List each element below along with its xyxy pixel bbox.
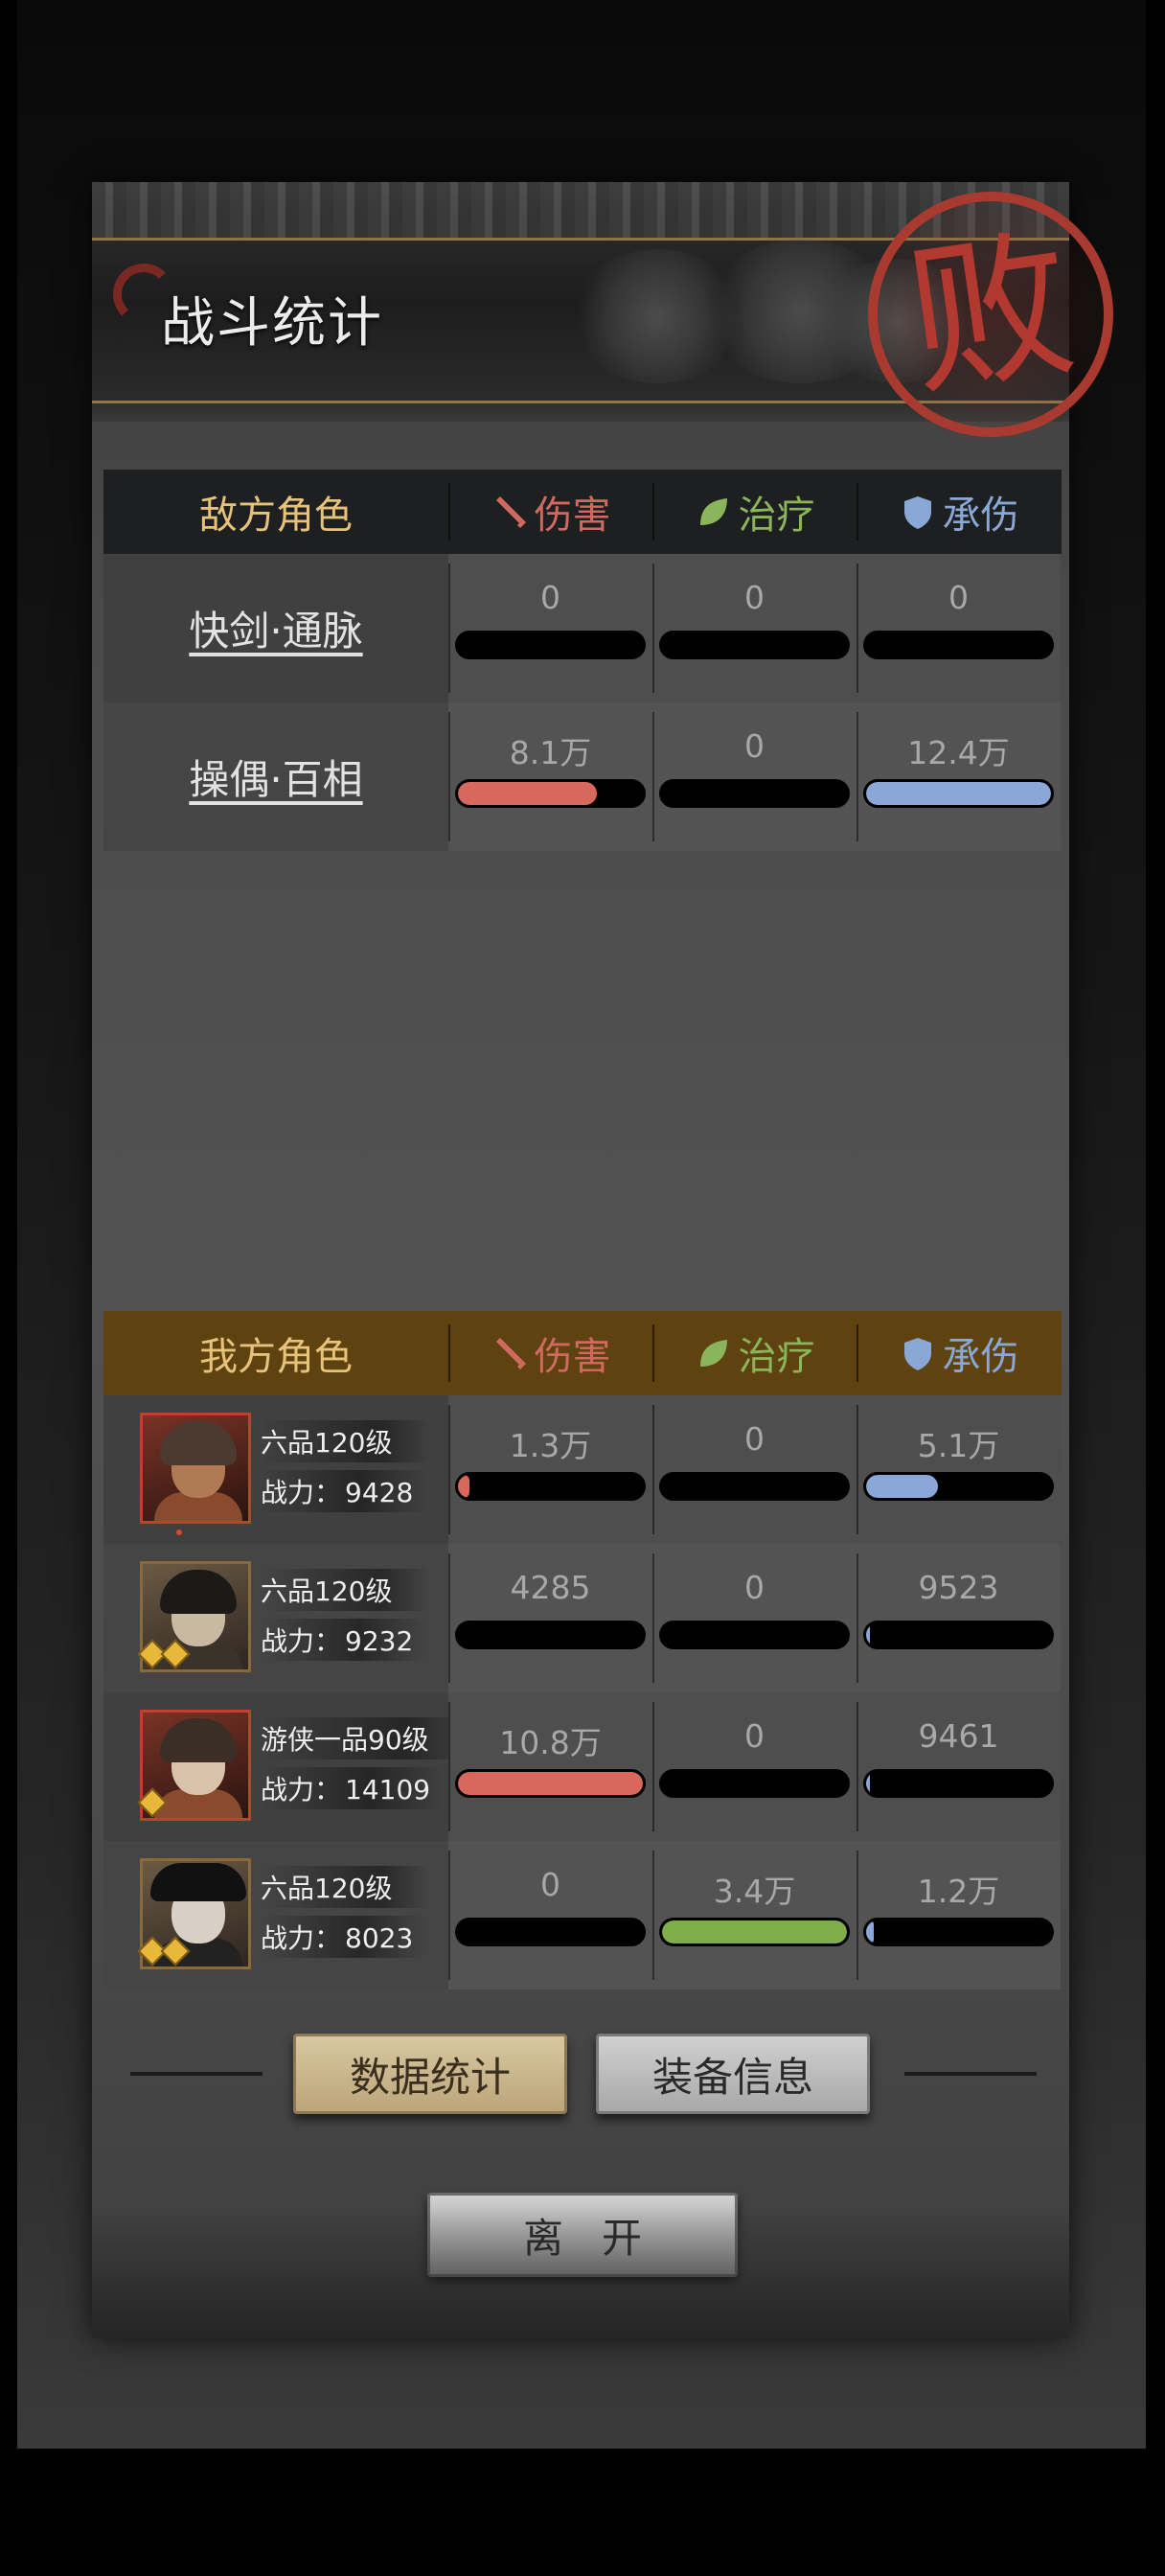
- shield-icon: [903, 1338, 931, 1370]
- tank-bar: [866, 1475, 939, 1498]
- enemy-name-link[interactable]: 快剑·通脉: [189, 599, 362, 657]
- heal-column-header: 治疗: [652, 1311, 857, 1395]
- leaf-icon: [699, 1340, 727, 1367]
- stats-tab-button[interactable]: 数据统计: [293, 2034, 567, 2114]
- enemy-name-link[interactable]: 操偶·百相: [189, 748, 362, 806]
- star-pips: [137, 1936, 191, 1966]
- panel-bottom-fade: [92, 2204, 1069, 2338]
- shield-icon: [903, 496, 931, 529]
- damage-column-header: 伤害: [448, 470, 652, 554]
- damage-cell: 0: [448, 1841, 652, 1990]
- sword-icon: [495, 496, 526, 528]
- character-power: 战力： 9428: [261, 1470, 427, 1512]
- notification-dot: [176, 1530, 182, 1535]
- damage-bar: [458, 1475, 469, 1498]
- tank-cell: 5.1万: [857, 1395, 1061, 1544]
- divider: [130, 2072, 263, 2076]
- damage-cell: 1.3万: [448, 1395, 652, 1544]
- table-row: 六品120级 战力： 9232 4285 0 9523: [103, 1544, 1062, 1692]
- star-pips: [137, 1787, 168, 1818]
- enemy-heading: 敌方角色: [199, 494, 353, 538]
- tank-bar: [866, 1920, 874, 1944]
- enemy-table-header: 敌方角色 伤害 治疗 承伤: [103, 470, 1062, 554]
- divider: [904, 2072, 1037, 2076]
- enemy-rows: 快剑·通脉 0 0 0 操偶·百相 8.1万 0 12.4万: [103, 554, 1062, 851]
- heal-cell: 0: [652, 1692, 857, 1841]
- character-portrait[interactable]: [140, 1413, 251, 1524]
- character-rank: 游侠一品90级: [261, 1717, 468, 1760]
- heal-cell: 3.4万: [652, 1841, 857, 1990]
- table-row: 游侠一品90级 战力： 14109 10.8万 0 9461: [103, 1692, 1062, 1841]
- tank-cell: 9461: [857, 1692, 1061, 1841]
- tank-cell: 0: [857, 554, 1061, 702]
- character-power: 战力： 8023: [261, 1916, 427, 1958]
- tank-bar: [866, 1772, 870, 1795]
- heal-cell: 0: [652, 702, 857, 851]
- tank-cell: 1.2万: [857, 1841, 1061, 1990]
- star-pips: [137, 1639, 191, 1669]
- damage-cell: 0: [448, 554, 652, 702]
- tank-cell: 9523: [857, 1544, 1061, 1692]
- sword-icon: [495, 1338, 526, 1369]
- damage-column-header: 伤害: [448, 1311, 652, 1395]
- heal-cell: 0: [652, 1395, 857, 1544]
- tank-column-header: 承伤: [857, 1311, 1061, 1395]
- tank-cell: 12.4万: [857, 702, 1061, 851]
- ally-heading: 我方角色: [199, 1335, 353, 1379]
- heal-column-header: 治疗: [652, 470, 857, 554]
- ally-stats-table: 我方角色 伤害 治疗 承伤 六品120级 战力： 9428 1.3万 0 5.1万…: [103, 1311, 1062, 1990]
- tank-bar: [866, 1623, 870, 1646]
- damage-cell: 4285: [448, 1544, 652, 1692]
- damage-cell: 8.1万: [448, 702, 652, 851]
- defeat-seal-char: 败: [897, 209, 1085, 420]
- page-title: 战斗统计: [161, 292, 383, 355]
- character-power: 战力： 9232: [261, 1619, 427, 1661]
- character-rank: 六品120级: [261, 1866, 431, 1908]
- table-row: 六品120级 战力： 9428 1.3万 0 5.1万: [103, 1395, 1062, 1544]
- table-row: 六品120级 战力： 8023 0 3.4万 1.2万: [103, 1841, 1062, 1990]
- heal-cell: 0: [652, 554, 857, 702]
- damage-bar: [458, 782, 597, 805]
- heal-bar: [662, 1920, 847, 1944]
- enemy-stats-table: 敌方角色 伤害 治疗 承伤 快剑·通脉 0 0 0 操偶·百相 8.1万 0 1…: [103, 470, 1062, 851]
- damage-cell: 10.8万: [448, 1692, 652, 1841]
- tank-bar: [866, 782, 1051, 805]
- character-rank: 六品120级: [261, 1569, 431, 1611]
- table-row: 快剑·通脉 0 0 0: [103, 554, 1062, 702]
- character-power: 战力： 14109: [261, 1767, 445, 1809]
- heal-cell: 0: [652, 1544, 857, 1692]
- damage-bar: [458, 1772, 643, 1795]
- defeat-seal: 败: [868, 192, 1113, 437]
- leaf-icon: [699, 498, 727, 525]
- bottom-bar: [0, 2449, 1165, 2576]
- equipment-tab-button[interactable]: 装备信息: [596, 2034, 870, 2114]
- character-rank: 六品120级: [261, 1420, 431, 1462]
- ally-table-header: 我方角色 伤害 治疗 承伤: [103, 1311, 1062, 1395]
- tank-column-header: 承伤: [857, 470, 1061, 554]
- table-row: 操偶·百相 8.1万 0 12.4万: [103, 702, 1062, 851]
